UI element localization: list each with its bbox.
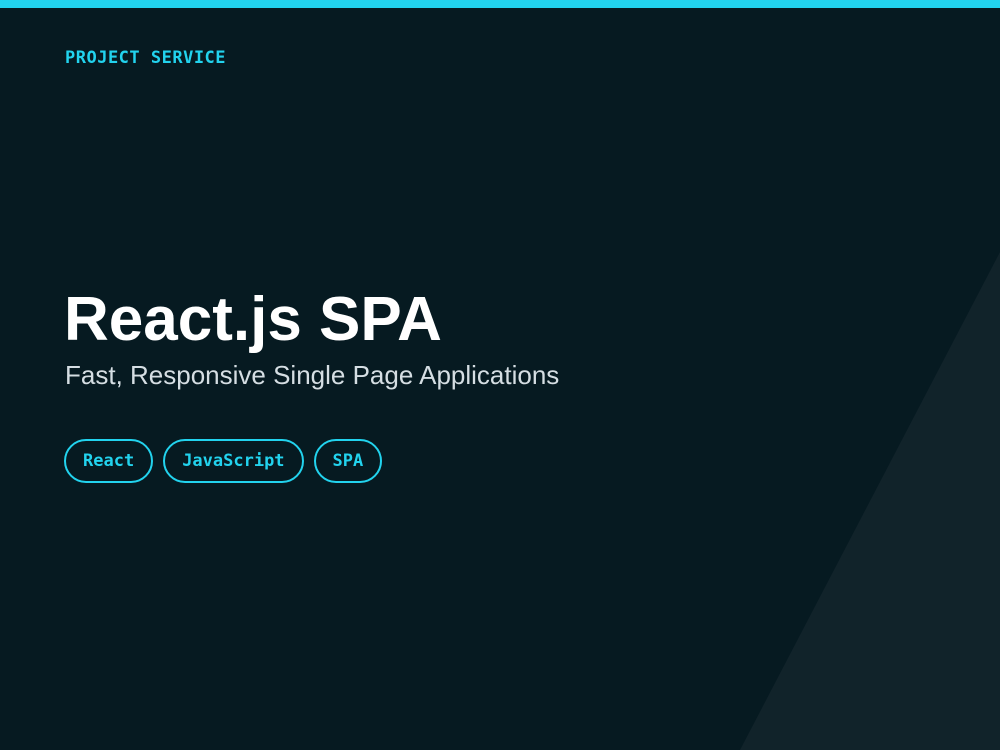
- tag-javascript: JavaScript: [163, 439, 304, 483]
- tag-list: React JavaScript SPA: [64, 439, 383, 483]
- tag-react: React: [64, 439, 154, 483]
- eyebrow-label: PROJECT SERVICE: [65, 48, 227, 68]
- page-title: React.js SPA: [64, 285, 442, 354]
- page-subtitle: Fast, Responsive Single Page Application…: [65, 360, 560, 390]
- tag-spa: SPA: [313, 439, 383, 483]
